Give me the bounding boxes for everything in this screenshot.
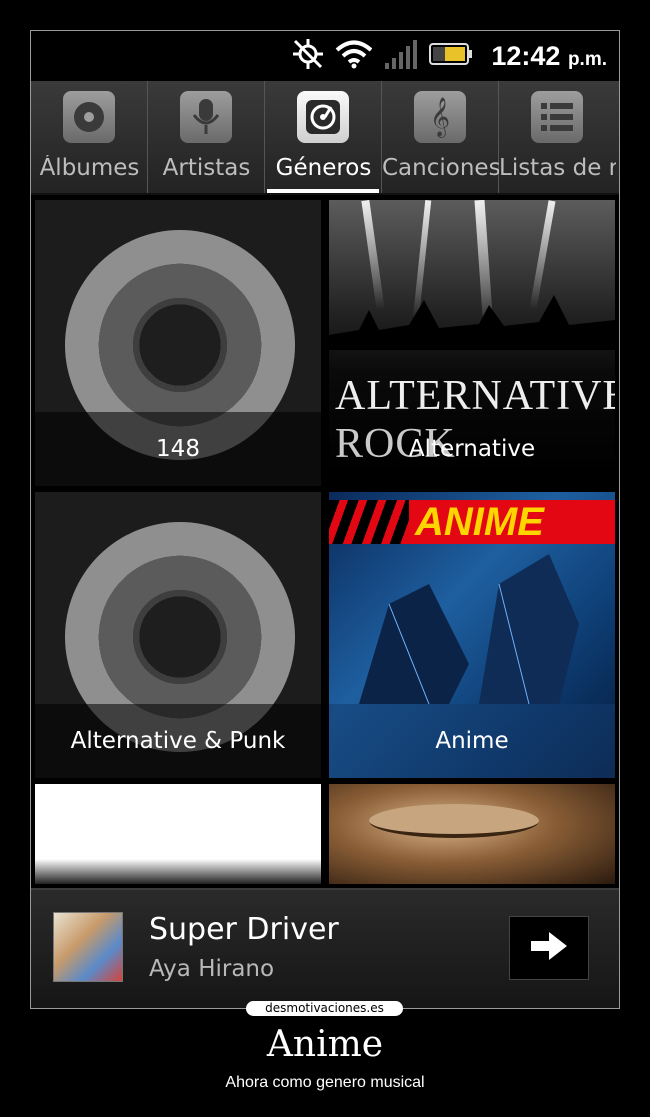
go-to-player-button[interactable] (509, 916, 589, 980)
battery-icon (429, 42, 473, 70)
tab-label: Listas de r (499, 155, 616, 181)
tab-artistas[interactable]: Artistas (148, 81, 265, 193)
genre-tile-alternative[interactable]: ALTERNATIVE ROCK Alternative (329, 200, 615, 486)
tab-albumes[interactable]: Álbumes (31, 81, 148, 193)
gps-off-icon (291, 37, 325, 75)
phone-screen: 12:42 p.m. Álbumes Artistas Géneros 𝄞 Ca… (30, 30, 620, 1009)
arrow-right-icon (529, 929, 569, 967)
genre-disc-icon (297, 91, 349, 143)
track-artist: Aya Hirano (149, 956, 275, 982)
tab-label: Canciones (382, 155, 499, 181)
playlist-icon (531, 91, 583, 143)
site-watermark: desmotivaciones.es (246, 1001, 403, 1016)
tab-canciones[interactable]: 𝄞 Canciones (382, 81, 499, 193)
poster-title: Anime (266, 1024, 384, 1065)
genre-grid: 148 ALTERNATIVE ROCK Alternative Alterna… (31, 196, 619, 886)
genre-tile-blank[interactable] (35, 784, 321, 884)
track-title: Super Driver (149, 912, 339, 947)
tab-label: Artistas (162, 155, 251, 181)
genre-label: 148 (35, 412, 321, 486)
signal-icon (383, 39, 419, 73)
anime-banner: ANIME (329, 500, 615, 544)
status-bar: 12:42 p.m. (31, 31, 619, 81)
tab-listas[interactable]: Listas de r (499, 81, 616, 193)
genre-tile-148[interactable]: 148 (35, 200, 321, 486)
now-playing-bar[interactable]: Super Driver Aya Hirano (31, 888, 619, 1008)
genre-label: Anime (329, 704, 615, 778)
clock-time: 12:42 (491, 40, 561, 71)
wifi-icon (335, 39, 373, 73)
microphone-icon (180, 91, 232, 143)
genre-tile-alternative-punk[interactable]: Alternative & Punk (35, 492, 321, 778)
tab-generos[interactable]: Géneros (265, 81, 382, 193)
album-cover-thumbnail (53, 912, 123, 982)
band-silhouette (329, 295, 615, 350)
genre-tile-hat[interactable] (329, 784, 615, 884)
tab-label: Géneros (275, 155, 372, 181)
clock: 12:42 p.m. (491, 41, 607, 72)
tab-bar: Álbumes Artistas Géneros 𝄞 Canciones Lis… (31, 81, 619, 195)
clock-ampm: p.m. (567, 48, 607, 70)
city-art (359, 554, 579, 704)
genre-label: Alternative (329, 412, 615, 486)
treble-clef-icon: 𝄞 (414, 91, 466, 143)
genre-label: Alternative & Punk (35, 704, 321, 778)
poster-subtitle: Ahora como genero musical (225, 1074, 425, 1091)
tab-label: Álbumes (39, 155, 140, 181)
genre-tile-anime[interactable]: ANIME Anime (329, 492, 615, 778)
album-icon (63, 91, 115, 143)
cover-art-text: ANIME (415, 499, 544, 544)
